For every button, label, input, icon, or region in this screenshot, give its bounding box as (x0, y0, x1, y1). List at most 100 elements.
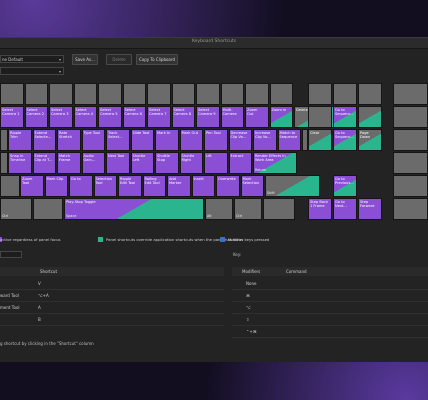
down-arrow-key[interactable]: Go to Next... (333, 198, 357, 220)
keyboard-key[interactable]: Multi- Camera (220, 106, 244, 128)
spacebar-key[interactable]: Play-Stop Toggle Space (64, 198, 204, 220)
ctrl-key[interactable]: Ctrl (0, 198, 32, 220)
keyboard-key[interactable]: Mark Selection (240, 175, 264, 197)
keyboard-key[interactable]: Nest Tool (106, 152, 130, 174)
function-key[interactable] (122, 83, 146, 105)
keyboard-key[interactable]: Match to Sequence (277, 129, 301, 151)
keyboard-key[interactable]: Rolling Edit Tool (142, 175, 166, 197)
key-modifier-row[interactable]: ⌥ (232, 302, 428, 314)
keyboard-key[interactable]: Selection Tool (93, 175, 117, 197)
function-key[interactable] (73, 83, 97, 105)
command-shortcut[interactable]: A (38, 302, 41, 314)
numpad-key[interactable] (393, 83, 428, 105)
home-key[interactable]: Go to Sequenc... (333, 106, 357, 128)
keyboard-key[interactable]: Pen Tool (204, 129, 228, 151)
keyboard-key[interactable]: Go to (69, 175, 93, 197)
alt-key[interactable] (33, 198, 63, 220)
keyboard-key[interactable]: Zoom in (269, 106, 293, 128)
keyboard-key[interactable]: Mark Clip (44, 175, 68, 197)
keyboard-key[interactable]: Type Tool (81, 129, 105, 151)
keyboard-key[interactable]: Track Select... (106, 129, 130, 151)
key-modifier-row[interactable]: ⌃+⌘ (232, 326, 428, 338)
function-key[interactable] (196, 83, 220, 105)
command-shortcut[interactable]: V (38, 278, 41, 290)
keyboard-key[interactable]: Mark In (155, 129, 179, 151)
keyboard-key[interactable]: Shift (265, 175, 320, 197)
keyboard-key[interactable] (333, 83, 357, 105)
function-key[interactable] (98, 83, 122, 105)
keyboard-key[interactable]: Extract (228, 152, 252, 174)
alt-key[interactable]: Alt (205, 198, 233, 220)
key-modifier-row[interactable]: ⇧ (232, 314, 428, 326)
function-key[interactable] (147, 83, 171, 105)
table-row[interactable]: ment Tool A (0, 302, 224, 314)
end-key[interactable]: Go to Sequenc... (333, 129, 357, 151)
function-key[interactable] (220, 83, 244, 105)
keyboard-key[interactable]: Ripple Trim (8, 129, 32, 151)
keyboard-key[interactable]: Rate Stretch (57, 129, 81, 151)
keyboard-key[interactable]: Select Camera 9 (196, 106, 220, 128)
numpad-key[interactable] (393, 106, 428, 128)
command-shortcut[interactable]: B (38, 314, 41, 326)
left-arrow-key[interactable]: Step Back 1 Frame (308, 198, 332, 220)
function-key[interactable] (0, 83, 24, 105)
numpad-key[interactable] (393, 175, 428, 197)
keyboard-key[interactable]: Ripple Edit Tool (118, 175, 142, 197)
keyboard-key[interactable]: Audio Gain... (81, 152, 105, 174)
function-key[interactable] (269, 83, 293, 105)
page-down-key[interactable]: Page Down (358, 129, 382, 151)
key-modifier-row[interactable]: None (232, 278, 428, 290)
search-input[interactable] (0, 251, 22, 258)
numpad-key[interactable] (393, 152, 428, 174)
keyboard-key[interactable]: Select Camera 1 (0, 106, 24, 128)
menu-key[interactable] (263, 198, 295, 220)
keyboard-key[interactable]: Render Effects In Work Area Return (253, 152, 297, 174)
keyboard-key[interactable]: Select Camera 4 (73, 106, 97, 128)
keyboard-key[interactable]: Extend Clip at T... (32, 152, 56, 174)
preset-select[interactable]: ne Default ▾ (0, 55, 64, 63)
keyboard-key[interactable] (308, 83, 332, 105)
keyboard-key[interactable]: Add Marker (167, 175, 191, 197)
right-arrow-key[interactable]: Step Forward (358, 198, 382, 220)
page-up-key[interactable] (358, 106, 382, 128)
keyboard-key[interactable]: Shuttle Stop (155, 152, 179, 174)
tab-key[interactable] (0, 129, 8, 151)
keyboard-key[interactable]: Slide Tool (130, 129, 154, 151)
keyboard-key[interactable] (358, 83, 382, 105)
keyboard-key[interactable]: Select Camera 2 (24, 106, 48, 128)
keyboard-key[interactable]: Select Camera 5 (98, 106, 122, 128)
clear-key[interactable]: Clear (308, 129, 332, 151)
ctrl-key[interactable]: Ctrl (234, 198, 262, 220)
function-key[interactable] (24, 83, 48, 105)
keyboard-key[interactable]: Shuttle Right (179, 152, 203, 174)
keyboard-key[interactable]: Insert (191, 175, 215, 197)
keyboard-key[interactable]: Decrease Clip Vo... (228, 129, 252, 151)
keyboard-key[interactable]: Zoom Out (245, 106, 269, 128)
keyboard-key[interactable]: Zoom Tool (20, 175, 44, 197)
keyboard-key[interactable]: Increase Clip Vo... (253, 129, 277, 151)
table-row[interactable]: V (0, 278, 224, 290)
keyboard-key[interactable]: Select Camera 7 (147, 106, 171, 128)
keyboard-key[interactable]: Lift (204, 152, 228, 174)
layout-select[interactable]: ▾ (0, 67, 64, 75)
table-row[interactable]: B (0, 314, 224, 326)
keyboard-key[interactable]: Overwrite (216, 175, 240, 197)
keyboard-key[interactable]: Extend Selecte... (32, 129, 56, 151)
numpad-key[interactable] (393, 198, 428, 220)
command-shortcut[interactable]: ⌥+A (38, 290, 49, 302)
keyboard-key[interactable]: Select Camera 3 (49, 106, 73, 128)
keyboard-key[interactable]: Snap in Timeline (8, 152, 32, 174)
numpad-key[interactable] (393, 129, 428, 151)
shift-key[interactable] (0, 175, 20, 197)
delete-button[interactable]: Delete (106, 54, 132, 65)
function-key[interactable] (49, 83, 73, 105)
key-modifier-row[interactable]: ⌘ (232, 290, 428, 302)
table-row[interactable]: ward Tool ⌥+A (0, 290, 224, 302)
keyboard-key[interactable]: Select Camera 6 (122, 106, 146, 128)
copy-to-clipboard-button[interactable]: Copy To Clipboard (136, 54, 178, 65)
keyboard-key[interactable]: Mark Out (179, 129, 203, 151)
save-as-button[interactable]: Save As... (72, 54, 98, 65)
function-key[interactable] (171, 83, 195, 105)
up-arrow-key[interactable]: Go to Previous... (333, 175, 357, 197)
function-key[interactable] (245, 83, 269, 105)
